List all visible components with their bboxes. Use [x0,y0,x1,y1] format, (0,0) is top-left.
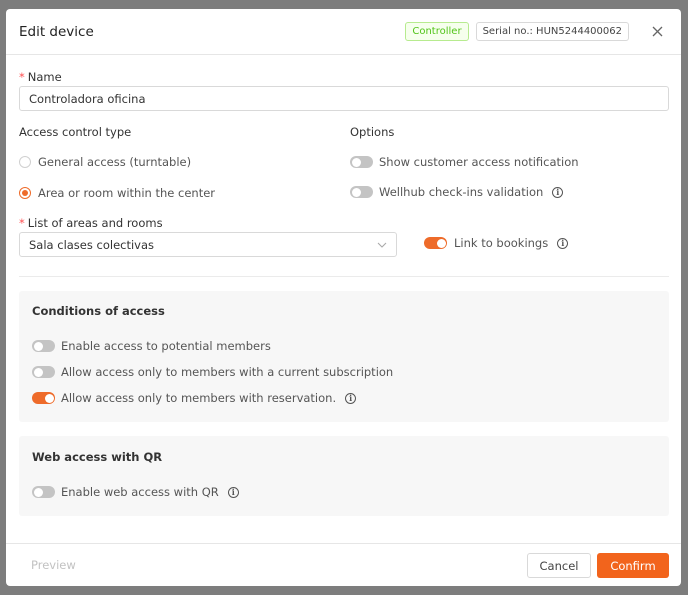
areas-field-label: * List of areas and rooms [19,216,163,230]
link-bookings-toggle[interactable] [424,237,447,249]
options-label: Options [350,125,395,139]
radio-general-access[interactable]: General access (turntable) [19,155,191,169]
access-control-type-label: Access control type [19,125,132,139]
close-icon [652,26,662,37]
name-label-text: Name [27,70,62,84]
radio-label: General access (turntable) [38,155,192,169]
info-icon[interactable]: i [552,186,564,198]
with-reservation-toggle[interactable] [32,392,55,404]
info-icon[interactable]: i [227,486,239,498]
toggle-label: Allow access only to members with reserv… [61,391,337,405]
radio-button-selected[interactable] [19,187,31,199]
toggle-label: Enable access to potential members [61,339,271,353]
dialog-title: Edit device [19,23,94,40]
areas-label-text: List of areas and rooms [27,216,163,230]
web-access-qr-section: Web access with QR Enable web access wit… [19,436,669,516]
preview-link[interactable]: Preview [31,558,76,572]
potential-members-toggle[interactable] [32,340,55,352]
wellhub-validation-toggle[interactable] [350,186,373,198]
chevron-down-icon [377,242,387,248]
cancel-button[interactable]: Cancel [527,553,591,578]
toggle-label: Wellhub check-ins validation [379,185,544,199]
required-mark: * [19,216,25,230]
toggle-label: Allow access only to members with a curr… [61,365,394,379]
areas-select[interactable]: Sala clases colectivas [19,232,397,257]
condition-with-reservation: Allow access only to members with reserv… [32,391,357,405]
areas-select-value: Sala clases colectivas [29,237,155,252]
option-show-customer-notification: Show customer access notification [350,155,579,169]
info-icon[interactable]: i [345,392,357,404]
section-title: Conditions of access [32,304,165,318]
web-access-option: Enable web access with QR i [32,485,239,499]
serial-number-badge: Serial no.: HUN5244400062 [475,22,629,41]
divider [19,276,669,277]
radio-button[interactable] [19,156,31,168]
name-field-label: * Name [19,70,62,84]
required-mark: * [19,70,25,84]
option-wellhub-validation: Wellhub check-ins validation i [350,185,564,199]
dialog-footer: Preview Cancel Confirm [6,543,681,586]
close-button[interactable] [647,22,667,42]
conditions-of-access-section: Conditions of access Enable access to po… [19,291,669,422]
info-icon[interactable]: i [557,237,569,249]
condition-current-subscription: Allow access only to members with a curr… [32,365,393,379]
toggle-label: Link to bookings [454,236,549,250]
condition-potential-members: Enable access to potential members [32,339,271,353]
radio-label: Area or room within the center [38,186,216,200]
name-input[interactable]: Controladora oficina [19,86,669,111]
toggle-label: Show customer access notification [379,155,579,169]
confirm-button[interactable]: Confirm [597,553,669,578]
show-notification-toggle[interactable] [350,156,373,168]
radio-area-or-room[interactable]: Area or room within the center [19,186,215,200]
dialog-header: Edit device Controller Serial no.: HUN52… [6,9,681,55]
toggle-label: Enable web access with QR [61,485,219,499]
section-title: Web access with QR [32,450,163,464]
option-link-to-bookings: Link to bookings i [424,236,569,250]
device-type-badge: Controller [405,22,469,41]
current-subscription-toggle[interactable] [32,366,55,378]
edit-device-dialog: Edit device Controller Serial no.: HUN52… [6,9,681,586]
web-access-qr-toggle[interactable] [32,486,55,498]
